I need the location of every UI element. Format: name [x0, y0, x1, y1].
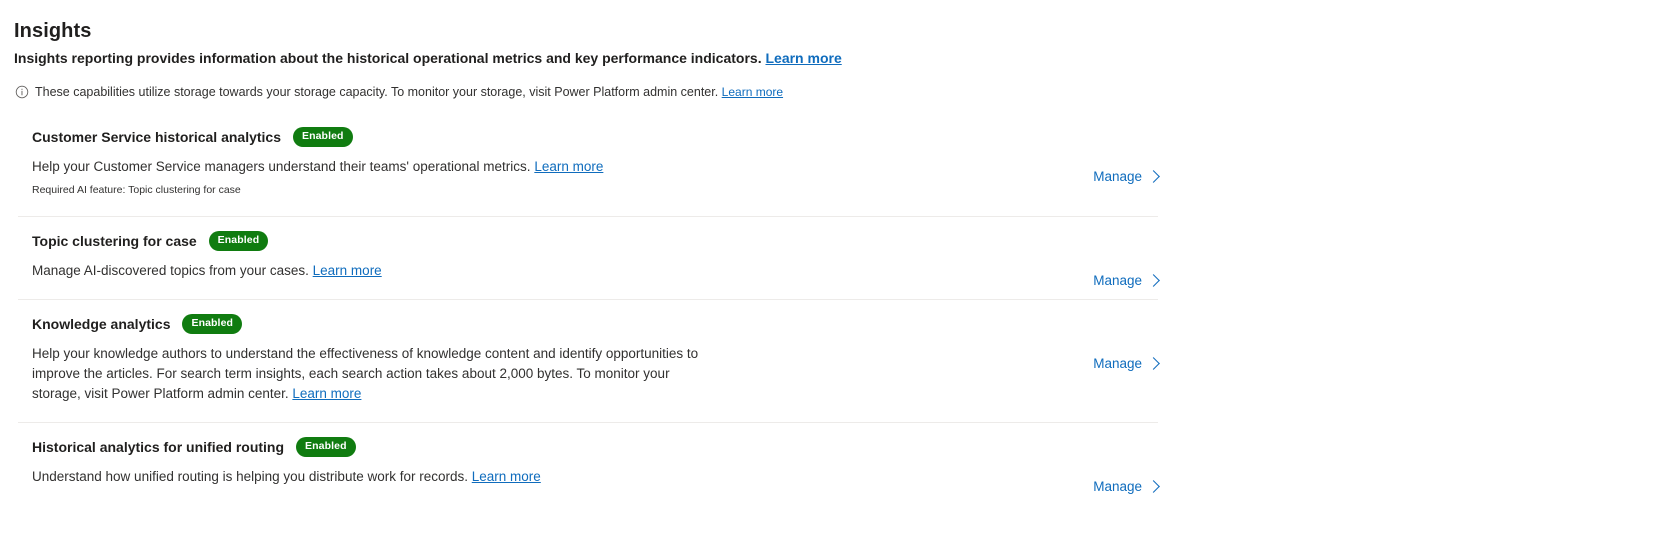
chevron-right-icon — [1147, 480, 1160, 493]
card-learn-more-link[interactable]: Learn more — [534, 159, 603, 174]
status-badge: Enabled — [293, 127, 353, 147]
page-subtitle-text: Insights reporting provides information … — [14, 50, 762, 66]
insights-card: Topic clustering for case Enabled Manage… — [18, 217, 1160, 300]
card-header: Historical analytics for unified routing… — [18, 437, 1158, 457]
insights-card: Customer Service historical analytics En… — [18, 113, 1160, 217]
storage-info-message: These capabilities utilize storage towar… — [35, 85, 719, 99]
card-description-text: Manage AI-discovered topics from your ca… — [32, 263, 309, 278]
page-title: Insights — [14, 20, 92, 42]
page-subtitle-learn-more-link[interactable]: Learn more — [765, 50, 841, 66]
storage-info-text: These capabilities utilize storage towar… — [35, 84, 783, 101]
storage-info-bar: These capabilities utilize storage towar… — [0, 84, 1654, 101]
card-required-feature-note: Required AI feature: Topic clustering fo… — [32, 184, 241, 196]
manage-label: Manage — [1093, 479, 1142, 494]
manage-label: Manage — [1093, 273, 1142, 288]
manage-link[interactable]: Manage — [1093, 167, 1160, 187]
insights-page: Insights Insights reporting provides inf… — [0, 0, 1654, 505]
status-badge: Enabled — [296, 437, 356, 457]
card-learn-more-link[interactable]: Learn more — [292, 386, 361, 401]
storage-info-learn-more-link[interactable]: Learn more — [722, 85, 783, 99]
card-description: Help your knowledge authors to understan… — [32, 344, 718, 404]
card-description-text: Understand how unified routing is helpin… — [32, 469, 468, 484]
card-body: Help your Customer Service managers unde… — [18, 157, 718, 198]
card-learn-more-link[interactable]: Learn more — [472, 469, 541, 484]
manage-label: Manage — [1093, 169, 1142, 184]
card-description-text: Help your Customer Service managers unde… — [32, 159, 531, 174]
card-description: Understand how unified routing is helpin… — [32, 467, 718, 487]
manage-label: Manage — [1093, 356, 1142, 371]
page-header: Insights Insights reporting provides inf… — [0, 18, 1654, 68]
card-description-text: Help your knowledge authors to understan… — [32, 346, 699, 401]
card-title: Customer Service historical analytics — [32, 129, 281, 145]
card-title: Historical analytics for unified routing — [32, 439, 285, 455]
card-title: Topic clustering for case — [32, 233, 197, 249]
info-circle-icon — [15, 85, 29, 99]
chevron-right-icon — [1147, 170, 1160, 183]
card-description: Help your Customer Service managers unde… — [32, 157, 718, 177]
card-body: Help your knowledge authors to understan… — [18, 344, 718, 404]
insights-card: Historical analytics for unified routing… — [18, 423, 1160, 505]
manage-link[interactable]: Manage — [1093, 477, 1160, 497]
card-header: Topic clustering for case Enabled — [18, 231, 1158, 251]
card-header: Customer Service historical analytics En… — [18, 127, 1158, 147]
card-title: Knowledge analytics — [32, 316, 171, 332]
manage-link[interactable]: Manage — [1093, 271, 1160, 291]
status-badge: Enabled — [208, 231, 269, 251]
status-badge: Enabled — [182, 314, 243, 334]
card-body: Manage AI-discovered topics from your ca… — [18, 261, 718, 281]
card-description: Manage AI-discovered topics from your ca… — [32, 261, 718, 281]
card-header: Knowledge analytics Enabled — [18, 314, 1158, 334]
insights-card: Knowledge analytics Enabled Help your kn… — [18, 300, 1160, 423]
card-learn-more-link[interactable]: Learn more — [313, 263, 382, 278]
card-body: Understand how unified routing is helpin… — [18, 467, 718, 487]
page-subtitle: Insights reporting provides information … — [14, 48, 1654, 68]
chevron-right-icon — [1147, 274, 1160, 287]
chevron-right-icon — [1147, 357, 1160, 370]
insights-card-list: Customer Service historical analytics En… — [0, 113, 1654, 505]
manage-link[interactable]: Manage — [1093, 354, 1160, 374]
